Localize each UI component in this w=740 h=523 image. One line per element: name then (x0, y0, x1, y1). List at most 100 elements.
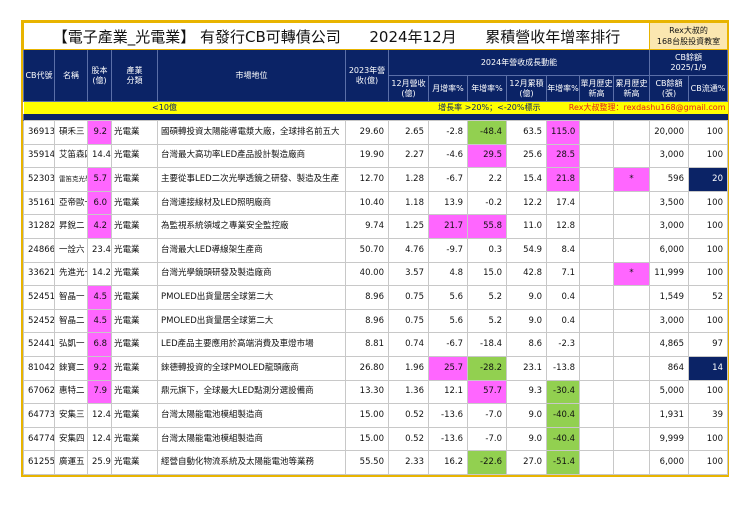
cell-dec-cumulative: 63.5 (506, 120, 547, 145)
capital-note: <10億 (23, 101, 346, 114)
cell-cum-yoy-rate: 21.8 (546, 167, 580, 192)
cell-dec-cumulative: 9.0 (506, 308, 547, 334)
cell-cum-yoy-rate: 8.4 (546, 237, 580, 263)
cell-yoy-rate: -7.0 (467, 426, 507, 452)
cell-market-position: LED產品主要應用於高端消費及車燈市場 (157, 332, 346, 357)
cell-industry: 光電業 (111, 261, 158, 287)
cell-mom-rate: -13.6 (428, 426, 468, 452)
cell-cum-record-high (613, 190, 650, 216)
cell-cb-balance: 1,931 (649, 403, 689, 428)
cell-dec-cumulative: 42.8 (506, 261, 547, 287)
cell-rev-2023: 19.90 (345, 143, 389, 169)
cell-dec-cumulative: 12.2 (506, 190, 547, 216)
cell-cb-code: 64774 (23, 426, 55, 452)
brand-line1: Rex大叔的 (669, 26, 708, 35)
cell-dec-cumulative: 9.0 (506, 285, 547, 310)
cell-rev-2023: 8.81 (345, 332, 389, 357)
col-yoy: 年增率% (467, 75, 507, 102)
cell-name: 惠特二 (54, 379, 88, 405)
cell-market-position: 台灣太陽能電池模組製造商 (157, 426, 346, 452)
cell-industry: 光電業 (111, 450, 158, 475)
cell-mom-rate: 16.2 (428, 450, 468, 475)
cell-rev-2023: 13.30 (345, 379, 389, 405)
cell-cb-balance: 3,500 (649, 190, 689, 216)
cell-dec-revenue: 1.18 (388, 190, 429, 216)
table-row: 52303雷笛克光學三5.7光電業主要從事LED二次光學透鏡之研發、製造及生產1… (23, 167, 728, 192)
cell-capital: 12.4 (87, 403, 112, 428)
cell-market-position: 經營自動化物流系統及太陽能電池等業務 (157, 450, 346, 475)
cell-month-record-high (579, 190, 614, 216)
cell-yoy-rate: 0.3 (467, 237, 507, 263)
cell-yoy-rate: -7.0 (467, 403, 507, 428)
cell-cb-balance: 20,000 (649, 120, 689, 145)
col-cum-yoy: 年增率% (546, 75, 580, 102)
cell-dec-revenue: 2.27 (388, 143, 429, 169)
cell-yoy-rate: 15.0 (467, 261, 507, 287)
cell-cb-balance: 596 (649, 167, 689, 192)
cell-name: 昇銳二 (54, 214, 88, 239)
cell-cum-record-high (613, 379, 650, 405)
cell-cum-yoy-rate: 12.8 (546, 214, 580, 239)
cell-cb-code: 52303 (23, 167, 55, 192)
cell-cum-record-high: * (613, 261, 650, 287)
cell-cum-yoy-rate: -2.3 (546, 332, 580, 357)
cell-cum-yoy-rate: -51.4 (546, 450, 580, 475)
cell-name: 碩禾三 (54, 120, 88, 145)
table-row: 31282 昇銳二 4.2 光電業 為監視系統領域之專業安全監控廠 9.74 1.25 21.… (23, 214, 728, 239)
cell-cb-float: 14 (688, 355, 728, 381)
cell-name: 亞帝歐一 (54, 190, 88, 216)
cell-month-record-high (579, 308, 614, 334)
cell-cb-balance: 1,549 (649, 285, 689, 310)
cell-cum-yoy-rate: -40.4 (546, 403, 580, 428)
cell-market-position: PMOLED出貨量居全球第二大 (157, 285, 346, 310)
cell-cum-record-high (613, 214, 650, 239)
cell-industry: 光電業 (111, 237, 158, 263)
col-rev2023: 2023年營收(億) (345, 49, 389, 102)
cell-industry: 光電業 (111, 332, 158, 357)
growth-note: 增長率 >20%；<-20%標示 (345, 101, 547, 114)
col-dec-cum: 12月累積(億) (506, 75, 547, 102)
cell-mom-rate: 4.8 (428, 261, 468, 287)
cell-cb-float: 100 (688, 120, 728, 145)
cell-rev-2023: 8.96 (345, 285, 389, 310)
cell-cb-balance: 3,000 (649, 308, 689, 334)
cell-yoy-rate: 55.8 (467, 214, 507, 239)
cell-cb-balance: 11,999 (649, 261, 689, 287)
table-row: 52441 弘凱一 6.8 光電業 LED產品主要應用於高端消費及車燈市場 8.81 0.7… (23, 332, 728, 357)
cell-dec-cumulative: 23.1 (506, 355, 547, 381)
cell-mom-rate: -6.7 (428, 167, 468, 192)
cell-rev-2023: 50.70 (345, 237, 389, 263)
cell-market-position: 國碩轉投資太陽能導電漿大廠，全球排名前五大 (157, 120, 346, 145)
cell-capital: 5.7 (87, 167, 112, 192)
cell-capital: 14.2 (87, 261, 112, 287)
cell-dec-revenue: 0.52 (388, 403, 429, 428)
cell-yoy-rate: -48.4 (467, 120, 507, 145)
cell-name: 弘凱一 (54, 332, 88, 357)
col-industry: 產業分類 (111, 49, 158, 102)
cell-cb-float: 100 (688, 190, 728, 216)
cell-cb-float: 97 (688, 332, 728, 357)
cell-cb-float: 39 (688, 403, 728, 428)
cell-cb-float: 100 (688, 261, 728, 287)
cell-cb-float: 100 (688, 237, 728, 263)
cell-dec-cumulative: 27.0 (506, 450, 547, 475)
cell-rev-2023: 10.40 (345, 190, 389, 216)
cell-capital: 23.4 (87, 237, 112, 263)
cell-name: 雷笛克光學三 (54, 167, 88, 192)
cell-month-record-high (579, 261, 614, 287)
cell-rev-2023: 9.74 (345, 214, 389, 239)
cell-yoy-rate: 2.2 (467, 167, 507, 192)
cell-dec-cumulative: 54.9 (506, 237, 547, 263)
cell-cum-yoy-rate: -13.8 (546, 355, 580, 381)
cell-mom-rate: 25.7 (428, 355, 468, 381)
cell-cum-record-high (613, 450, 650, 475)
table-row: 61255 廣運五 25.9 光電業 經營自動化物流系統及太陽能電池等業務 55.50 2.… (23, 450, 728, 475)
cell-cb-code: 52452 (23, 308, 55, 334)
cell-cum-yoy-rate: -40.4 (546, 426, 580, 452)
cell-cb-balance: 9,999 (649, 426, 689, 452)
table-row: 67062 惠特二 7.9 光電業 鼎元旗下，全球最大LED點測分選設備商 13.30 1.… (23, 379, 728, 405)
cell-cb-code: 36913 (23, 120, 55, 145)
cell-dec-revenue: 3.57 (388, 261, 429, 287)
cell-dec-cumulative: 8.6 (506, 332, 547, 357)
sheet-title: 【電子產業_光電業】 有發行CB可轉債公司 2024年12月 累積營收年增率排行 (23, 22, 650, 50)
